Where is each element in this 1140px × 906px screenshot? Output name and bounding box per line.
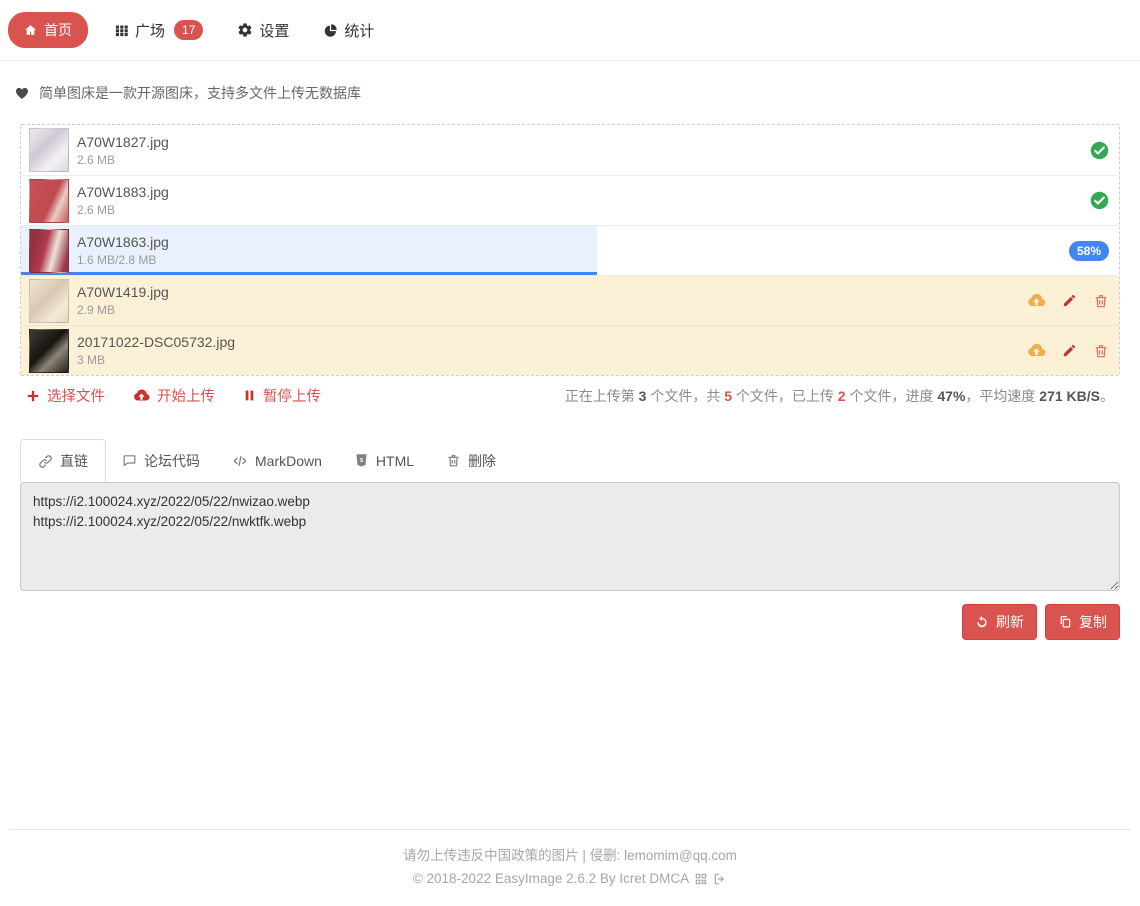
plaza-count-badge: 17 <box>174 20 203 40</box>
cloud-upload-icon <box>133 387 150 404</box>
nav-item-plaza[interactable]: 广场 17 <box>106 14 211 47</box>
plus-icon <box>26 389 40 403</box>
file-row-pending: 20171022-DSC05732.jpg 3 MB <box>21 325 1119 375</box>
status-progress: 47% <box>937 388 965 404</box>
gears-icon <box>237 22 253 38</box>
delete-file-icon[interactable] <box>1093 343 1109 359</box>
nav-item-stats[interactable]: 统计 <box>315 14 382 47</box>
start-upload-button[interactable]: 开始上传 <box>133 385 215 406</box>
file-row-uploading: A70W1863.jpg 1.6 MB/2.8 MB 58% <box>21 225 1119 275</box>
nav-settings-label: 设置 <box>259 20 289 41</box>
tab-markdown[interactable]: MarkDown <box>216 439 338 482</box>
upload-dropzone: A70W1827.jpg 2.6 MB A70W1883.jpg 2.6 MB … <box>20 124 1120 376</box>
home-icon <box>24 24 37 37</box>
file-size: 2.6 MB <box>77 203 169 217</box>
file-name: A70W1419.jpg <box>77 284 169 300</box>
file-size: 2.9 MB <box>77 303 169 317</box>
top-navbar: 首页 广场 17 设置 统计 <box>0 0 1140 61</box>
success-check-icon <box>1090 141 1109 160</box>
file-size: 3 MB <box>77 353 235 367</box>
delete-file-icon[interactable] <box>1093 293 1109 309</box>
file-thumbnail <box>29 179 69 223</box>
upload-status-text: 正在上传第 3 个文件，共 5 个文件，已上传 2 个文件，进度 47%，平均速… <box>565 386 1114 406</box>
qr-code-icon[interactable] <box>694 872 708 886</box>
tab-html[interactable]: 5 HTML <box>338 439 430 482</box>
status-uploaded-files: 2 <box>838 388 846 404</box>
nav-stats-label: 统计 <box>344 20 374 41</box>
code-icon <box>232 453 248 469</box>
refresh-button[interactable]: 刷新 <box>962 604 1037 640</box>
copy-button[interactable]: 复制 <box>1045 604 1120 640</box>
nav-item-settings[interactable]: 设置 <box>229 14 297 47</box>
footer: 请勿上传违反中国政策的图片 | 侵删: lemomim@qq.com © 201… <box>10 829 1130 906</box>
select-files-button[interactable]: 选择文件 <box>26 385 105 406</box>
chat-icon <box>122 453 137 468</box>
file-thumbnail <box>29 329 69 373</box>
nav-home-label: 首页 <box>44 20 72 40</box>
edit-file-icon[interactable] <box>1062 343 1077 358</box>
file-name: A70W1863.jpg <box>77 234 169 250</box>
file-size: 2.6 MB <box>77 153 169 167</box>
footer-copyright-line: © 2018-2022 EasyImage 2.6.2 By Icret DMC… <box>413 868 727 890</box>
file-size: 1.6 MB/2.8 MB <box>77 253 169 267</box>
trash-icon <box>446 453 461 468</box>
file-row: A70W1883.jpg 2.6 MB <box>21 175 1119 225</box>
upload-file-icon[interactable] <box>1027 291 1046 310</box>
edit-file-icon[interactable] <box>1062 293 1077 308</box>
html5-icon: 5 <box>354 453 369 468</box>
copy-icon <box>1058 615 1072 629</box>
status-speed: 271 KB/S <box>1039 388 1100 404</box>
tab-delete[interactable]: 删除 <box>430 439 512 482</box>
nav-plaza-label: 广场 <box>135 20 165 41</box>
tab-forum-code[interactable]: 论坛代码 <box>106 439 216 482</box>
tagline-text: 简单图床是一款开源图床，支持多文件上传无数据库 <box>39 83 361 103</box>
progress-percent-badge: 58% <box>1069 241 1109 261</box>
file-thumbnail <box>29 279 69 323</box>
grid-icon <box>114 23 129 38</box>
heart-icon <box>14 85 30 101</box>
file-name: 20171022-DSC05732.jpg <box>77 334 235 350</box>
upload-toolbar: 选择文件 开始上传 暂停上传 正在上传第 3 个文件，共 5 个文件，已上传 2… <box>20 376 1120 415</box>
file-thumbnail <box>29 229 69 273</box>
file-row-pending: A70W1419.jpg 2.9 MB <box>21 275 1119 325</box>
actions-row: 刷新 复制 <box>20 604 1120 640</box>
footer-policy-line: 请勿上传违反中国政策的图片 | 侵删: lemomim@qq.com <box>10 845 1130 867</box>
sign-out-icon[interactable] <box>713 872 727 886</box>
tab-direct-link[interactable]: 直链 <box>20 439 106 482</box>
file-name: A70W1827.jpg <box>77 134 169 150</box>
output-urls-textarea[interactable]: https://i2.100024.xyz/2022/05/22/nwizao.… <box>20 482 1120 591</box>
file-name: A70W1883.jpg <box>77 184 169 200</box>
status-total-files: 5 <box>724 388 732 404</box>
pause-upload-button[interactable]: 暂停上传 <box>243 385 321 406</box>
upload-file-icon[interactable] <box>1027 341 1046 360</box>
site-tagline: 简单图床是一款开源图床，支持多文件上传无数据库 <box>14 83 1126 103</box>
nav-item-home[interactable]: 首页 <box>8 12 88 48</box>
refresh-icon <box>975 615 989 629</box>
pie-chart-icon <box>323 23 338 38</box>
output-tabs: 直链 论坛代码 MarkDown 5 HTML 删除 <box>20 439 1120 482</box>
file-row: A70W1827.jpg 2.6 MB <box>21 125 1119 175</box>
pause-icon <box>243 389 256 402</box>
success-check-icon <box>1090 191 1109 210</box>
svg-text:5: 5 <box>360 458 363 464</box>
link-icon <box>38 454 53 469</box>
file-thumbnail <box>29 128 69 172</box>
